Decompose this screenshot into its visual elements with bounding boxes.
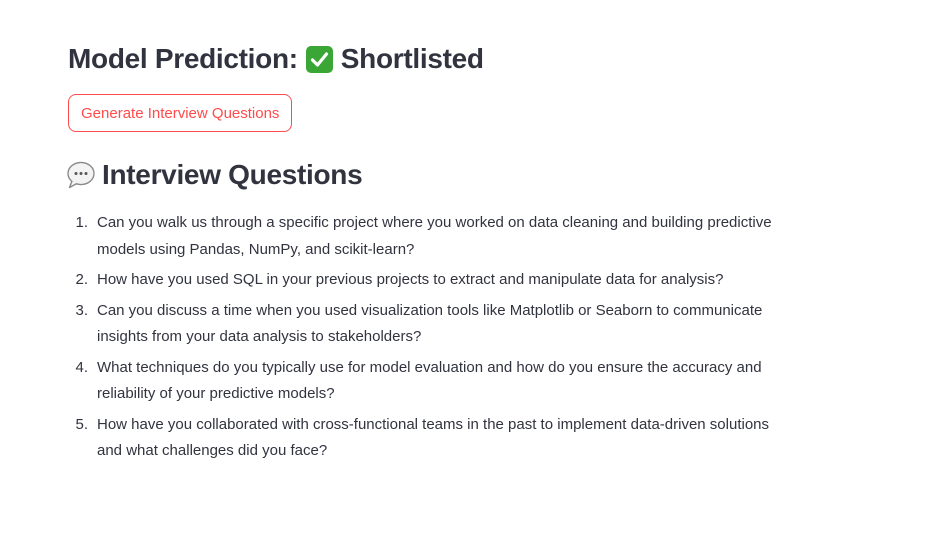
question-text: Can you walk us through a specific proje…	[97, 214, 772, 258]
question-item: 2. How have you used SQL in your previou…	[68, 267, 797, 294]
interview-questions-title: Interview Questions	[102, 159, 363, 190]
question-text: Can you discuss a time when you used vis…	[97, 301, 763, 346]
prediction-label: Model Prediction:	[68, 43, 298, 74]
question-number: 3.	[75, 301, 88, 319]
question-item: 1. Can you walk us through a specific pr…	[68, 210, 797, 263]
prediction-heading: Model Prediction: Shortlisted	[68, 40, 868, 78]
main-content: Model Prediction: Shortlisted Generate I…	[66, 40, 868, 469]
question-text: What techniques do you typically use for…	[97, 358, 762, 403]
prediction-status: Shortlisted	[340, 43, 484, 74]
question-item: 3. Can you discuss a time when you used …	[68, 298, 797, 351]
generate-interview-questions-button[interactable]: Generate Interview Questions	[68, 94, 293, 132]
question-number: 4.	[75, 358, 88, 376]
interview-questions-list: 1. Can you walk us through a specific pr…	[68, 210, 868, 465]
question-number: 1.	[75, 214, 88, 231]
question-number: 2.	[75, 271, 88, 288]
speech-bubble-icon	[66, 161, 96, 189]
check-mark-icon	[305, 45, 333, 73]
question-item: 5. How have you collaborated with cross-…	[68, 412, 797, 465]
question-item: 4. What techniques do you typically use …	[68, 355, 797, 408]
question-number: 5.	[75, 415, 88, 433]
question-text: How have you used SQL in your previous p…	[97, 271, 724, 288]
question-text: How have you collaborated with cross-fun…	[97, 415, 770, 460]
interview-questions-heading: Interview Questions	[66, 156, 868, 194]
